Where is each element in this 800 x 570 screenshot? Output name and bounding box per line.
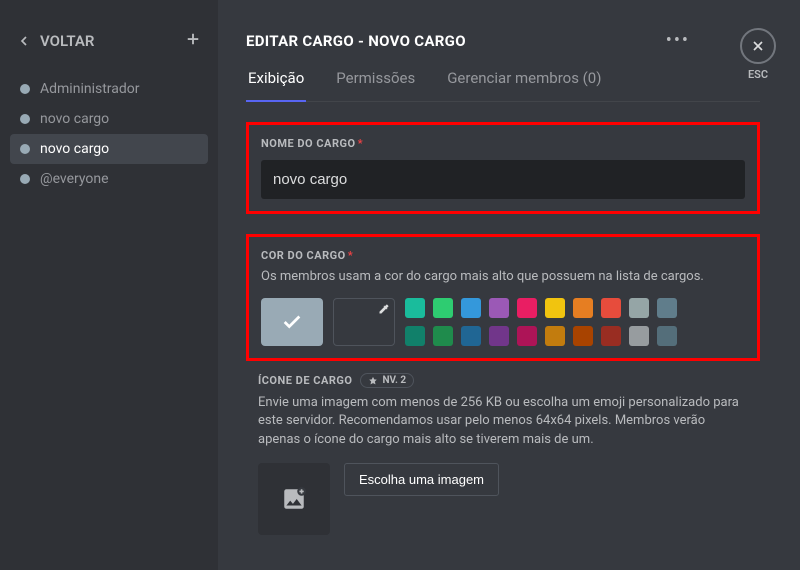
color-swatch[interactable] xyxy=(461,326,481,346)
close-area: ESC xyxy=(740,28,776,81)
boost-level-badge: NV. 2 xyxy=(360,373,414,388)
header: EDITAR CARGO - NOVO CARGO ••• xyxy=(246,30,760,51)
color-picker xyxy=(261,298,745,346)
sidebar-header: VOLTAR xyxy=(10,30,208,66)
close-icon xyxy=(750,38,766,54)
color-swatch[interactable] xyxy=(405,326,425,346)
role-list: Admininistrador novo cargo novo cargo @e… xyxy=(10,74,208,194)
color-swatch[interactable] xyxy=(545,298,565,318)
sidebar: VOLTAR Admininistrador novo cargo novo c… xyxy=(0,0,218,570)
role-color-dot xyxy=(20,84,30,94)
more-options-button[interactable]: ••• xyxy=(666,30,690,51)
tab-permissions[interactable]: Permissões xyxy=(334,69,417,101)
image-add-icon xyxy=(281,486,307,512)
role-color-section: COR DO CARGO* Os membros usam a cor do c… xyxy=(246,234,760,361)
custom-color-swatch[interactable] xyxy=(333,298,395,346)
sidebar-item-role[interactable]: novo cargo xyxy=(10,104,208,134)
back-label: VOLTAR xyxy=(40,32,94,50)
role-color-label: COR DO CARGO* xyxy=(261,249,745,262)
role-label: @everyone xyxy=(40,171,109,187)
tabs: Exibição Permissões Gerenciar membros (0… xyxy=(246,69,760,102)
role-label: novo cargo xyxy=(40,111,109,127)
check-icon xyxy=(281,311,303,333)
role-color-help: Os membros usam a cor do cargo mais alto… xyxy=(261,268,745,286)
image-upload-box[interactable] xyxy=(258,463,330,535)
close-button[interactable] xyxy=(740,28,776,64)
color-swatch[interactable] xyxy=(573,298,593,318)
default-color-swatch[interactable] xyxy=(261,298,323,346)
role-color-dot xyxy=(20,144,30,154)
sidebar-item-role[interactable]: @everyone xyxy=(10,164,208,194)
color-swatch[interactable] xyxy=(629,326,649,346)
color-swatch[interactable] xyxy=(657,326,677,346)
color-swatch[interactable] xyxy=(489,298,509,318)
esc-label: ESC xyxy=(740,68,776,81)
role-color-dot xyxy=(20,174,30,184)
plus-icon xyxy=(184,30,202,48)
boost-icon xyxy=(368,376,378,386)
eyedropper-icon xyxy=(378,303,390,315)
tab-display[interactable]: Exibição xyxy=(246,69,306,101)
color-swatch[interactable] xyxy=(601,298,621,318)
role-label: Admininistrador xyxy=(40,81,140,97)
role-icon-help: Envie uma imagem com menos de 256 KB ou … xyxy=(258,394,748,449)
sidebar-item-role[interactable]: Admininistrador xyxy=(10,74,208,104)
add-role-button[interactable] xyxy=(184,30,202,52)
color-grid xyxy=(405,298,677,346)
color-swatch[interactable] xyxy=(657,298,677,318)
color-swatch[interactable] xyxy=(517,298,537,318)
color-swatch[interactable] xyxy=(573,326,593,346)
role-name-label: NOME DO CARGO* xyxy=(261,137,745,150)
page-title: EDITAR CARGO - NOVO CARGO xyxy=(246,32,466,50)
tab-manage-members[interactable]: Gerenciar membros (0) xyxy=(445,69,603,101)
color-swatch[interactable] xyxy=(601,326,621,346)
required-marker: * xyxy=(358,137,364,150)
required-marker: * xyxy=(348,249,354,262)
arrow-left-icon xyxy=(16,33,32,49)
color-swatch[interactable] xyxy=(405,298,425,318)
choose-image-button[interactable]: Escolha uma imagem xyxy=(344,463,499,496)
color-swatch[interactable] xyxy=(489,326,509,346)
back-button[interactable]: VOLTAR xyxy=(16,32,94,50)
color-swatch[interactable] xyxy=(545,326,565,346)
role-name-input[interactable] xyxy=(261,160,745,199)
main-content: ESC EDITAR CARGO - NOVO CARGO ••• Exibiç… xyxy=(218,0,800,570)
role-icon-section: ÍCONE DE CARGO NV. 2 Envie uma imagem co… xyxy=(246,373,760,535)
role-icon-label: ÍCONE DE CARGO xyxy=(258,374,352,387)
role-color-dot xyxy=(20,114,30,124)
sidebar-item-role[interactable]: novo cargo xyxy=(10,134,208,164)
color-swatch[interactable] xyxy=(517,326,537,346)
color-swatch[interactable] xyxy=(433,326,453,346)
color-swatch[interactable] xyxy=(461,298,481,318)
color-swatch[interactable] xyxy=(433,298,453,318)
role-name-section: NOME DO CARGO* xyxy=(246,122,760,214)
upload-row: Escolha uma imagem xyxy=(258,463,748,535)
role-icon-header: ÍCONE DE CARGO NV. 2 xyxy=(258,373,748,388)
color-swatch[interactable] xyxy=(629,298,649,318)
role-label: novo cargo xyxy=(40,141,109,157)
